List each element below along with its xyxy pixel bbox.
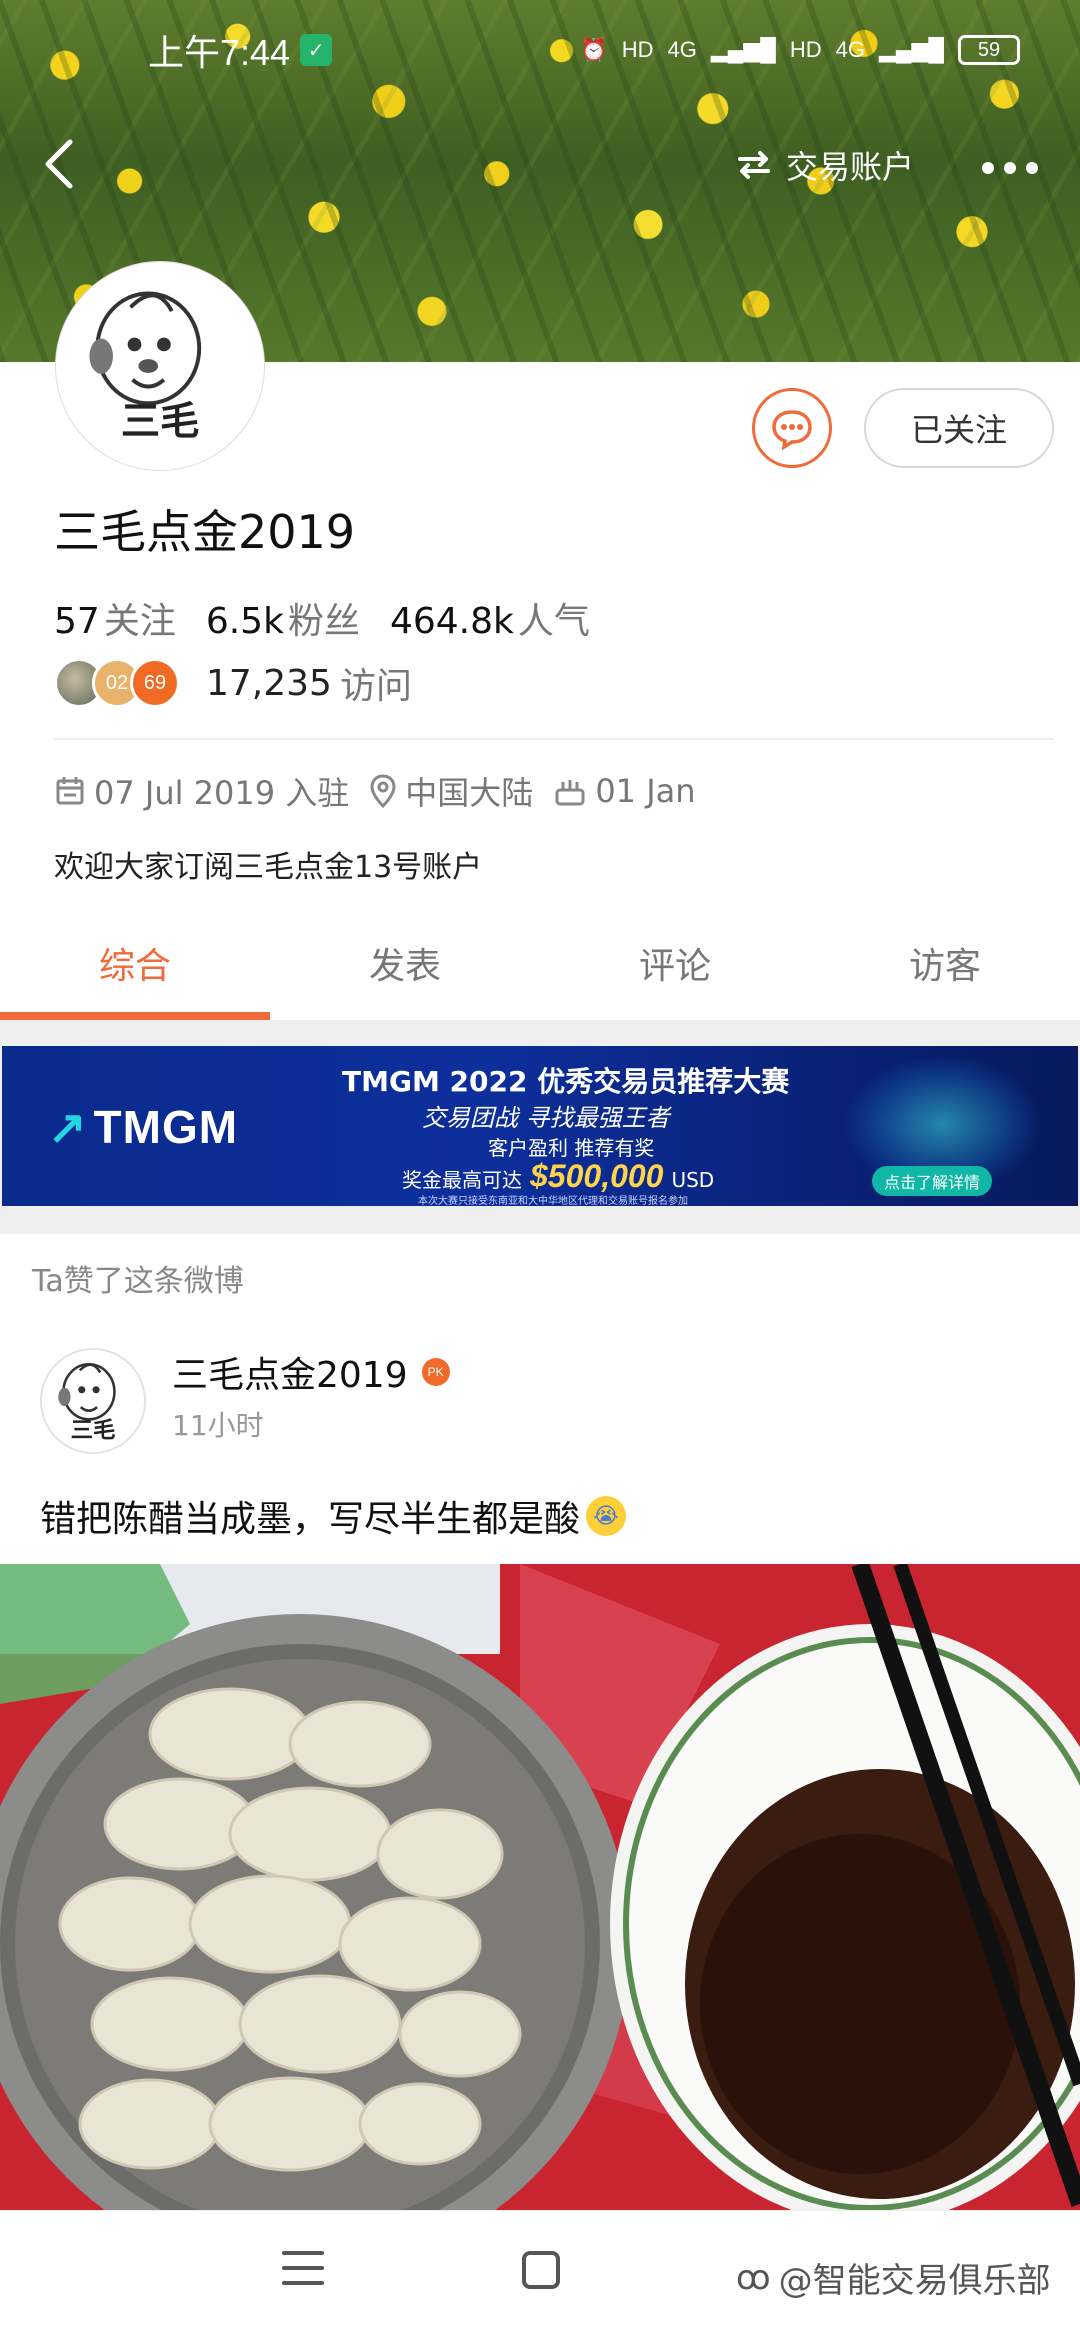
divider — [54, 738, 1054, 740]
pk-badge-icon: PK — [421, 1358, 450, 1386]
calendar-icon — [56, 777, 84, 805]
profile-meta: 07 Jul 2019 入驻 中国大陆 01 Jan — [54, 766, 716, 816]
followers-label[interactable]: 粉丝 — [288, 592, 360, 644]
status-indicators: ⏰ HD 4G ▂▄▆█ HD 4G ▂▄▆█ 59 — [580, 35, 1020, 65]
system-nav-bar: ꝏ @智能交易俱乐部 — [0, 2210, 1080, 2340]
following-label[interactable]: 关注 — [104, 592, 176, 644]
watermark-logo-icon: ꝏ — [736, 2257, 771, 2298]
hd-icon-2: HD — [789, 37, 822, 62]
prize-currency: USD — [671, 1168, 715, 1192]
banner-title: TMGM 2022 优秀交易员推荐大赛 — [342, 1065, 790, 1098]
birthday: 01 Jan — [553, 772, 696, 810]
join-date: 07 Jul 2019 入驻 — [54, 768, 349, 814]
post-text-content: 错把陈醋当成墨，写尽半生都是酸 — [40, 1499, 581, 1540]
tmgm-logo: ↗ TMGM — [48, 1100, 238, 1154]
popularity-label: 人气 — [517, 601, 590, 642]
profile-username: 三毛点金2019 — [54, 505, 356, 559]
message-button[interactable] — [752, 388, 832, 468]
alarm-icon: ⏰ — [580, 37, 608, 62]
visits-count: 17,235 — [206, 662, 332, 704]
trade-account-label: 交易账户 — [786, 148, 915, 186]
top-nav: 交易账户 — [0, 120, 1080, 210]
visits-label: 访问 — [339, 666, 412, 707]
post-author[interactable]: 三毛点金2019 PK — [172, 1346, 450, 1398]
visits-row[interactable]: 02 69 17,235 访问 — [54, 656, 412, 710]
shield-icon: ✓ — [300, 34, 333, 66]
home-button[interactable] — [522, 2251, 560, 2289]
profile-stats: 57 关注 6.5k 粉丝 464.8k 人气 — [54, 592, 620, 644]
banner-slogan: 交易团战 寻找最强王者 — [422, 1104, 670, 1132]
network-label-2: 4G — [835, 37, 865, 62]
birthday-text: 01 Jan — [595, 772, 696, 810]
logo-arrow-icon: ↗ — [48, 1101, 88, 1153]
menu-line — [282, 2251, 324, 2255]
back-arrow-icon — [45, 139, 73, 189]
menu-line — [282, 2266, 324, 2270]
profile-tabs: 综合 发表 评论 访客 — [0, 920, 1080, 1020]
status-time: 上午7:44 — [148, 32, 291, 73]
hd-icon: HD — [621, 37, 654, 62]
tab-comments[interactable]: 评论 — [540, 920, 810, 1020]
banner-cta-button[interactable]: 点击了解详情 — [872, 1166, 992, 1196]
watermark-text: @智能交易俱乐部 — [778, 2261, 1051, 2301]
network-label-1: 4G — [667, 37, 697, 62]
following-button[interactable]: 已关注 — [864, 388, 1054, 468]
tmgm-logo-text: TMGM — [93, 1101, 239, 1153]
svg-text:三毛: 三毛 — [121, 399, 199, 445]
followers-count[interactable]: 6.5k — [206, 601, 284, 642]
visitor-badge: 69 — [130, 658, 180, 708]
profile-avatar[interactable]: 三毛 — [56, 262, 264, 470]
tab-posts[interactable]: 发表 — [270, 920, 540, 1020]
status-bar: 上午7:44 ✓ ⏰ HD 4G ▂▄▆█ HD 4G ▂▄▆█ 59 — [0, 0, 1080, 100]
battery-icon: 59 — [958, 35, 1020, 65]
recent-apps-button[interactable] — [282, 2251, 324, 2291]
liked-note: Ta赞了这条微博 — [32, 1264, 244, 1299]
profile-bio: 欢迎大家订阅三毛点金13号账户 — [54, 850, 483, 885]
chat-bubble-icon — [772, 410, 812, 450]
post-author-avatar[interactable]: 三毛 — [40, 1348, 146, 1454]
popularity-count: 464.8k — [389, 601, 514, 642]
svg-text:三毛: 三毛 — [71, 1418, 116, 1444]
location-pin-icon — [370, 774, 396, 808]
banner-prize: 奖金最高可达 $500,000 USD — [402, 1158, 714, 1195]
visitor-avatars: 02 69 — [54, 656, 194, 710]
tab-visitors[interactable]: 访客 — [810, 920, 1080, 1020]
trade-account-button[interactable]: 交易账户 — [736, 140, 914, 190]
prize-label: 奖金最高可达 — [402, 1168, 522, 1192]
post-author-name: 三毛点金2019 — [172, 1355, 408, 1396]
watermark: ꝏ @智能交易俱乐部 — [736, 2253, 1051, 2302]
crying-emoji-icon: 😭 — [586, 1496, 627, 1536]
banner-subline: 客户盈利 推荐有奖 — [488, 1136, 655, 1160]
banner-fine-print: 本次大赛只接受东南亚和大中华地区代理和交易账号报名参加 — [418, 1196, 688, 1206]
post-image[interactable] — [0, 1564, 1080, 2244]
location: 中国大陆 — [369, 768, 533, 814]
feed-card: Ta赞了这条微博 三毛 三毛点金2019 PK 11小时 错把陈醋当成墨，写尽半… — [0, 1234, 1080, 2244]
ad-banner[interactable]: ↗ TMGM TMGM 2022 优秀交易员推荐大赛 交易团战 寻找最强王者 客户… — [2, 1046, 1078, 1206]
post-time: 11小时 — [172, 1409, 264, 1442]
post-text: 错把陈醋当成墨，写尽半生都是酸 😭 — [40, 1490, 627, 1542]
signal-icon: ▂▄▆█ — [710, 37, 776, 62]
tab-overview[interactable]: 综合 — [0, 920, 270, 1020]
location-text: 中国大陆 — [405, 774, 534, 812]
signal-icon-2: ▂▄▆█ — [878, 37, 944, 62]
swap-icon — [738, 151, 770, 179]
back-button[interactable] — [40, 134, 100, 194]
menu-line — [282, 2281, 324, 2285]
prize-amount: $500,000 — [530, 1158, 664, 1194]
join-date-text: 07 Jul 2019 入驻 — [94, 774, 350, 812]
following-count[interactable]: 57 — [54, 601, 100, 642]
cake-icon — [555, 780, 585, 806]
more-icon[interactable] — [980, 138, 1040, 189]
